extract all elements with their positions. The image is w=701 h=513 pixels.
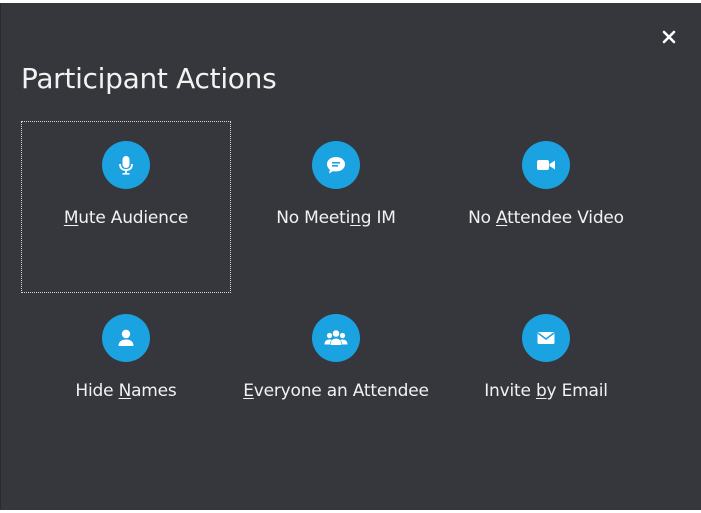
envelope-icon bbox=[522, 314, 570, 362]
group-icon bbox=[312, 314, 360, 362]
label-rest: y Email bbox=[546, 381, 608, 401]
close-icon bbox=[662, 30, 676, 44]
tile-label: No Meeting IM bbox=[231, 208, 441, 228]
no-meeting-im-button[interactable]: No Meeting IM bbox=[231, 121, 441, 293]
mnemonic-char: M bbox=[63, 208, 79, 228]
label-pre: No bbox=[468, 208, 497, 228]
dialog-title: Participant Actions bbox=[21, 62, 277, 95]
participant-actions-dialog: Participant Actions Mute Audience No Mee… bbox=[0, 3, 701, 510]
tile-label: Invite by Email bbox=[441, 381, 651, 401]
person-icon bbox=[102, 314, 150, 362]
mute-audience-button[interactable]: Mute Audience bbox=[21, 121, 231, 293]
mnemonic-char: E bbox=[243, 381, 254, 401]
label-rest: veryone an Attendee bbox=[253, 381, 429, 401]
tile-label: Everyone an Attendee bbox=[231, 381, 441, 401]
label-rest: ames bbox=[131, 381, 177, 401]
tile-label: Hide Names bbox=[21, 381, 231, 401]
tile-label: Mute Audience bbox=[21, 208, 231, 228]
label-pre: Hide bbox=[75, 381, 119, 401]
mnemonic-char: n bbox=[350, 208, 361, 228]
label-rest: ttendee Video bbox=[507, 208, 624, 228]
everyone-an-attendee-button[interactable]: Everyone an Attendee bbox=[231, 294, 441, 466]
label-pre: Invite bbox=[484, 381, 536, 401]
mnemonic-char: A bbox=[496, 208, 508, 228]
invite-by-email-button[interactable]: Invite by Email bbox=[441, 294, 651, 466]
mnemonic-char: b bbox=[535, 381, 547, 401]
label-rest: ute Audience bbox=[78, 208, 189, 228]
label-rest: g IM bbox=[360, 208, 396, 228]
mnemonic-char: N bbox=[118, 381, 132, 401]
microphone-icon bbox=[102, 141, 150, 189]
hide-names-button[interactable]: Hide Names bbox=[21, 294, 231, 466]
no-attendee-video-button[interactable]: No Attendee Video bbox=[441, 121, 651, 293]
close-button[interactable] bbox=[657, 25, 681, 49]
chat-bubble-icon bbox=[312, 141, 360, 189]
video-camera-icon bbox=[522, 141, 570, 189]
label-pre: No Meeti bbox=[276, 208, 351, 228]
tile-label: No Attendee Video bbox=[441, 208, 651, 228]
